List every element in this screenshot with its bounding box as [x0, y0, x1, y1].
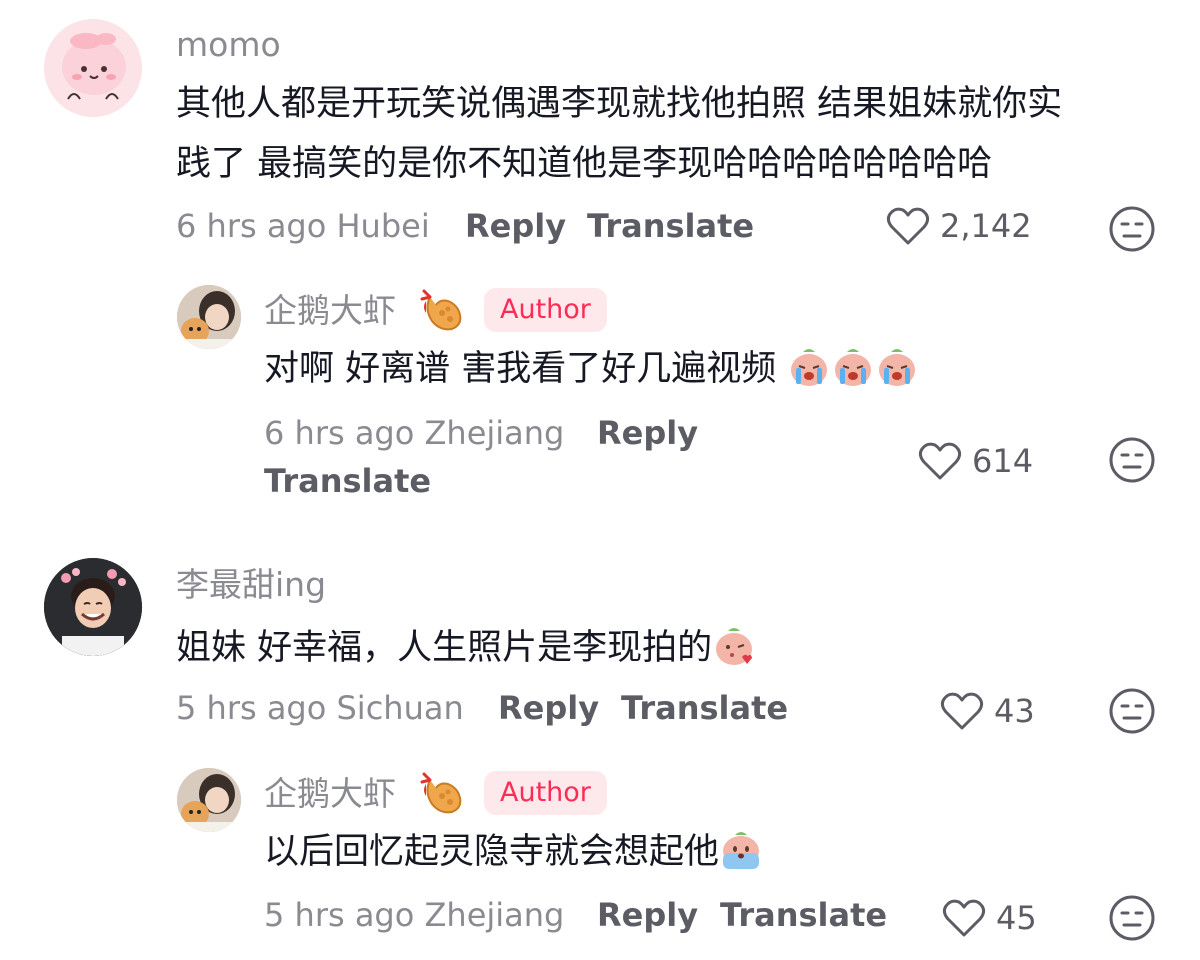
- translate-button[interactable]: Translate: [621, 692, 788, 724]
- fried-shrimp-icon: [420, 772, 462, 814]
- reply-text: 对啊 好离谱 害我看了好几遍视频: [264, 339, 919, 399]
- neutral-face-icon[interactable]: [1108, 894, 1156, 942]
- comment-item: 李最甜ing 姐妹 好幸福，人生照片是李现拍的 5 hrs ago Sichua…: [0, 550, 1200, 750]
- frightened-face-icon: [723, 832, 760, 869]
- heart-outline-icon: [918, 442, 962, 480]
- translate-button[interactable]: Translate: [587, 210, 754, 242]
- reply-button[interactable]: Reply: [597, 417, 698, 449]
- reply-location: Zhejiang: [424, 414, 565, 452]
- reply-button[interactable]: Reply: [465, 210, 566, 242]
- reply-username[interactable]: 企鹅大虾: [264, 777, 396, 810]
- heart-outline-icon: [942, 899, 986, 937]
- avatar[interactable]: [44, 558, 142, 656]
- reply-text-content: 对啊 好离谱 害我看了好几遍视频: [264, 349, 777, 389]
- blowing-kiss-face-icon: [716, 628, 753, 665]
- crying-face-icon: [791, 349, 828, 386]
- like-button[interactable]: 43: [940, 691, 1035, 731]
- author-badge: Author: [484, 288, 607, 332]
- reply-button[interactable]: Reply: [498, 692, 599, 724]
- avatar[interactable]: [177, 285, 241, 349]
- comment-meta: 6 hrs ago Hubei: [176, 210, 430, 242]
- comment-username[interactable]: 李最甜ing: [176, 568, 326, 601]
- reply-item: 企鹅大虾 Author 对啊 好离谱 害我看了好几遍视频 6 hrs ago Z…: [0, 270, 1200, 510]
- reply-username[interactable]: 企鹅大虾: [264, 294, 396, 327]
- reply-location: Zhejiang: [424, 896, 565, 934]
- heart-outline-icon: [886, 207, 930, 245]
- avatar[interactable]: [177, 768, 241, 832]
- like-count: 614: [972, 442, 1034, 480]
- comment-username[interactable]: momo: [176, 28, 281, 61]
- comment-location: Sichuan: [336, 689, 464, 727]
- like-button[interactable]: 2,142: [886, 206, 1032, 246]
- neutral-face-icon[interactable]: [1108, 436, 1156, 484]
- comment-time: 5 hrs ago: [176, 689, 327, 727]
- avatar[interactable]: [44, 19, 142, 117]
- neutral-face-icon[interactable]: [1108, 687, 1156, 735]
- reply-meta: 6 hrs ago Zhejiang: [264, 417, 564, 449]
- reply-time: 6 hrs ago: [264, 414, 415, 452]
- translate-button[interactable]: Translate: [720, 899, 887, 931]
- comment-text-content: 姐妹 好幸福，人生照片是李现拍的: [176, 628, 713, 668]
- like-button[interactable]: 614: [918, 441, 1033, 481]
- comment-text: 其他人都是开玩笑说偶遇李现就找他拍照 结果姐妹就你实: [176, 84, 1063, 124]
- heart-outline-icon: [940, 692, 984, 730]
- like-count: 45: [996, 899, 1037, 937]
- reply-text: 以后回忆起灵隐寺就会想起他: [264, 822, 763, 882]
- neutral-face-icon[interactable]: [1108, 205, 1156, 253]
- translate-button[interactable]: Translate: [264, 465, 431, 497]
- fried-shrimp-icon: [420, 289, 462, 331]
- reply-button[interactable]: Reply: [597, 899, 698, 931]
- comment-text-continued: 践了 最搞笑的是你不知道他是李现哈哈哈哈哈哈哈哈: [176, 144, 993, 184]
- comment-item: momo 其他人都是开玩笑说偶遇李现就找他拍照 结果姐妹就你实 践了 最搞笑的是…: [0, 0, 1200, 260]
- comment-text: 姐妹 好幸福，人生照片是李现拍的: [176, 618, 756, 678]
- comment-time: 6 hrs ago: [176, 207, 327, 245]
- author-badge: Author: [484, 771, 607, 815]
- crying-face-icon: [835, 349, 872, 386]
- like-button[interactable]: 45: [942, 898, 1037, 938]
- reply-meta: 5 hrs ago Zhejiang: [264, 899, 564, 931]
- like-count: 2,142: [940, 207, 1032, 245]
- comment-location: Hubei: [336, 207, 430, 245]
- reply-text-content: 以后回忆起灵隐寺就会想起他: [264, 832, 720, 872]
- reply-time: 5 hrs ago: [264, 896, 415, 934]
- reply-item: 企鹅大虾 Author 以后回忆起灵隐寺就会想起他 5 hrs ago Zhej…: [0, 755, 1200, 960]
- comment-meta: 5 hrs ago Sichuan: [176, 692, 464, 724]
- like-count: 43: [994, 692, 1035, 730]
- crying-face-icon: [879, 349, 916, 386]
